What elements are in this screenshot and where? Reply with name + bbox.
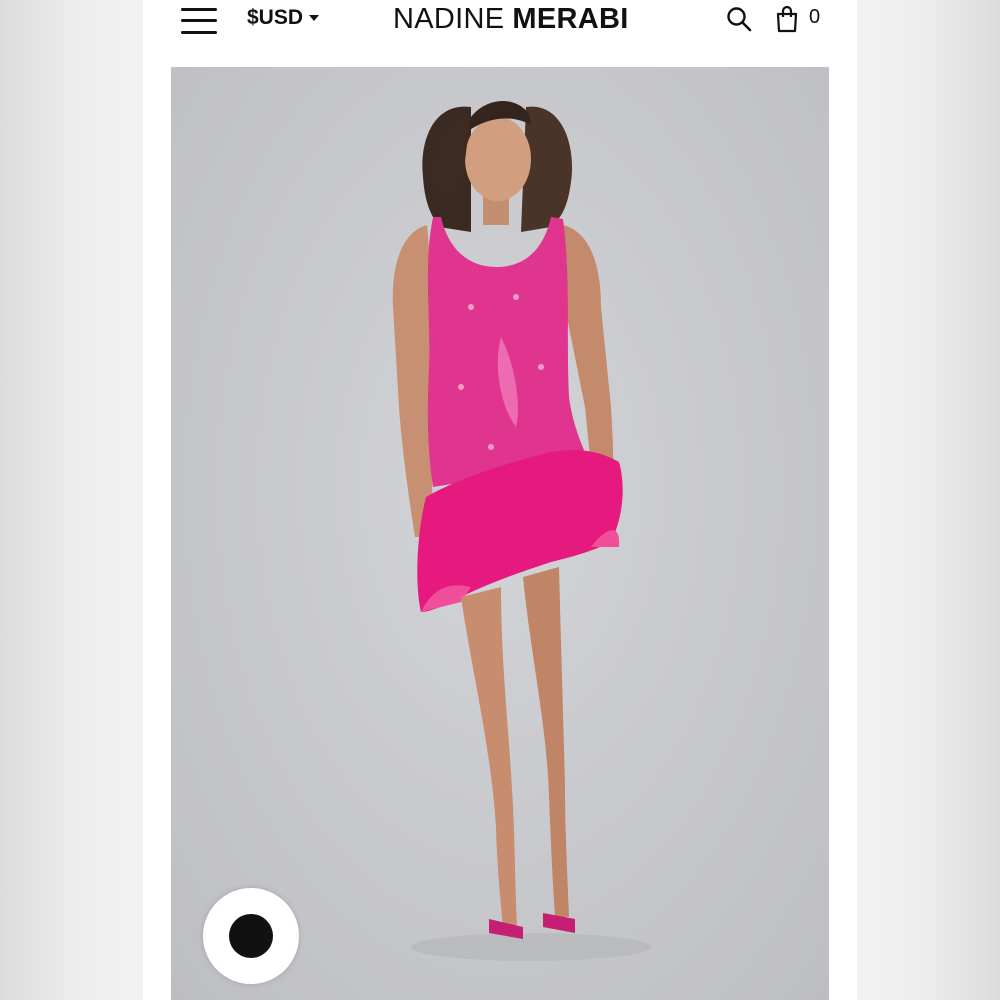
shopping-bag-icon[interactable]: [775, 5, 799, 33]
phone-viewport: $USD NADINE MERABI 0: [143, 0, 857, 1000]
site-header: $USD NADINE MERABI 0: [143, 0, 857, 56]
search-icon[interactable]: [726, 6, 752, 32]
cart-count: 0: [809, 6, 821, 28]
caret-down-icon: [309, 15, 320, 21]
hamburger-menu-icon[interactable]: [179, 4, 219, 38]
product-hero-image[interactable]: [171, 67, 829, 1000]
currency-label: $USD: [247, 6, 304, 29]
model-illustration: [392, 101, 651, 961]
chat-button[interactable]: [203, 888, 299, 984]
chat-icon: [229, 914, 273, 958]
brand-first-name: NADINE: [393, 2, 505, 35]
brand-last-name: MERABI: [512, 2, 629, 35]
currency-selector[interactable]: $USD: [247, 4, 320, 32]
brand-logo[interactable]: NADINE MERABI: [393, 2, 629, 36]
